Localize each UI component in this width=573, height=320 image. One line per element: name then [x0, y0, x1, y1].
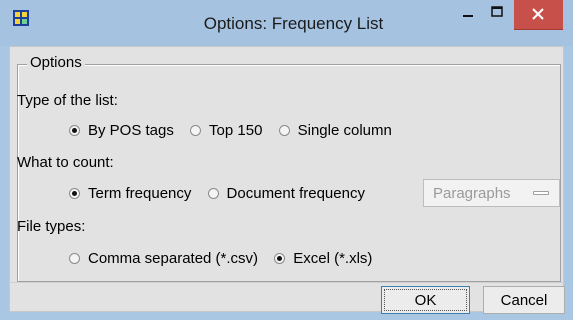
radio-dot — [278, 125, 290, 136]
ok-button[interactable]: OK — [381, 286, 470, 314]
list-type-label: Type of the list: — [17, 92, 118, 109]
radio-document-frequency[interactable]: Document frequency — [207, 185, 365, 202]
minimize-button[interactable] — [453, 0, 483, 30]
maximize-button[interactable] — [483, 0, 511, 30]
radio-label: By POS tags — [88, 122, 174, 139]
radio-csv[interactable]: Comma separated (*.csv) — [69, 250, 258, 267]
list-type-options: By POS tags Top 150 Single column — [69, 122, 404, 140]
minimize-icon — [463, 15, 473, 17]
file-types-label: File types: — [17, 218, 86, 235]
radio-term-frequency[interactable]: Term frequency — [69, 185, 191, 202]
radio-label: Single column — [297, 122, 392, 139]
file-types-options: Comma separated (*.csv) Excel (*.xls) — [69, 250, 384, 268]
radio-label: Top 150 — [209, 122, 263, 139]
unit-select[interactable]: Paragraphs — [423, 179, 560, 207]
radio-by-pos-tags[interactable]: By POS tags — [69, 122, 174, 139]
maximize-icon — [491, 6, 503, 17]
close-button[interactable] — [514, 0, 563, 30]
radio-label: Excel (*.xls) — [293, 250, 373, 267]
radio-xls[interactable]: Excel (*.xls) — [274, 250, 372, 267]
radio-dot — [69, 188, 80, 199]
options-group-title: Options — [27, 54, 85, 71]
cancel-button[interactable]: Cancel — [483, 286, 565, 314]
radio-label: Comma separated (*.csv) — [88, 250, 259, 267]
unit-select-value: Paragraphs — [433, 184, 511, 202]
radio-dot — [274, 253, 286, 264]
what-to-count-options: Term frequency Document frequency — [69, 185, 377, 203]
footer-divider — [9, 282, 564, 283]
radio-label: Document frequency — [226, 185, 365, 202]
radio-dot — [190, 125, 202, 136]
radio-dot — [69, 253, 80, 264]
close-icon — [532, 8, 544, 20]
what-to-count-label: What to count: — [17, 154, 114, 171]
radio-dot — [207, 188, 219, 199]
radio-label: Term frequency — [88, 185, 192, 202]
options-dialog: Options: Frequency List Options Type of … — [0, 0, 573, 320]
dropdown-arrow-icon — [533, 191, 549, 195]
radio-top-150[interactable]: Top 150 — [190, 122, 262, 139]
dialog-content: Options Type of the list: By POS tags To… — [9, 46, 565, 314]
radio-single-column[interactable]: Single column — [278, 122, 392, 139]
radio-dot — [69, 125, 80, 136]
title-bar[interactable]: Options: Frequency List — [0, 0, 573, 46]
